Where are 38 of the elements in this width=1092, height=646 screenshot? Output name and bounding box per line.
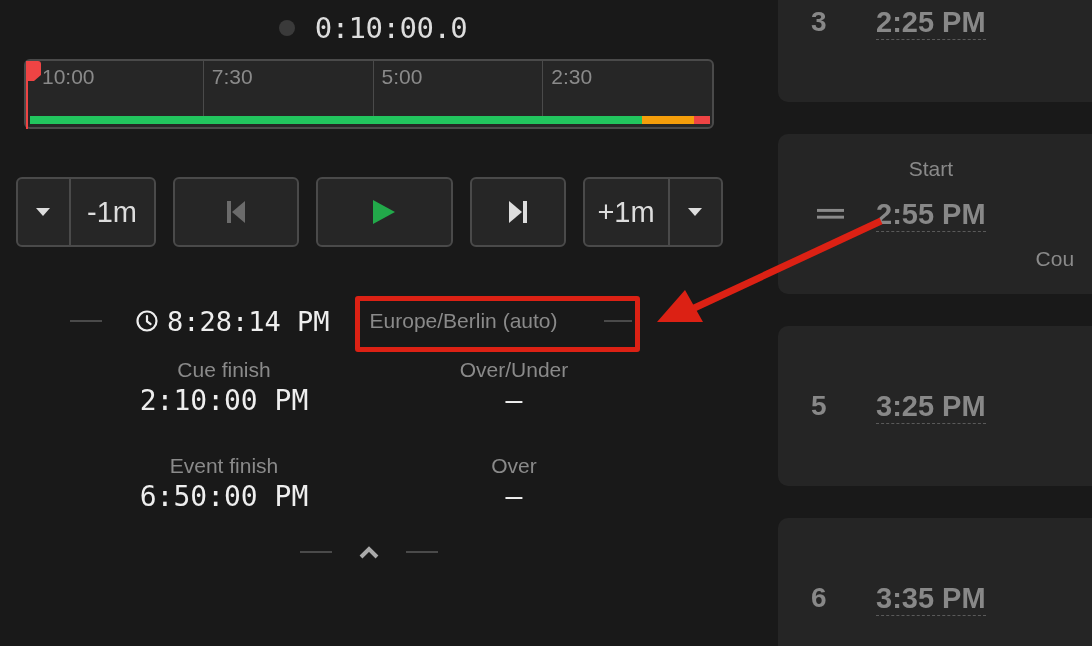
timezone-label: Europe/Berlin (auto) [369,309,558,333]
current-time: 8:28:14 PM [167,305,330,337]
caret-icon [36,208,50,216]
stat-label: Over [491,453,537,479]
adjust-time-button[interactable]: -1m [69,177,156,247]
cue-number: 3 [810,6,827,38]
cue-number: 5 [810,390,827,422]
skip-back-icon [226,201,245,223]
countdown-timer: 0:10:00.0 [314,10,468,45]
stat-label: Cue finish [177,357,271,383]
cue-card[interactable]: 5 3:25 PM [778,326,1092,486]
stat-label: Event finish [169,453,279,479]
stat-label: Over/Under [459,357,569,383]
caret-icon [688,208,702,216]
start-time-field[interactable]: 2:55 PM [876,196,986,232]
stat-value: 6:50:00 PM [139,479,309,515]
start-time-field[interactable]: 2:25 PM [876,4,986,40]
stat-value: 2:10:00 PM [139,383,309,419]
timeline-tick: 10:00 [42,64,96,90]
next-button[interactable] [469,177,566,247]
stat-value: – [505,479,523,515]
cue-card[interactable]: 3 2:25 PM [778,0,1092,102]
drag-handle-icon[interactable] [817,208,844,220]
field-label: Start [908,157,953,181]
playhead-flag-icon[interactable] [26,61,42,129]
adjust-time-button[interactable]: +1m [582,177,669,247]
start-time-field[interactable]: 3:25 PM [876,388,986,424]
chevron-up-icon[interactable] [358,545,380,559]
cue-card[interactable]: 6 3:35 PM [778,518,1092,646]
cue-card[interactable]: Start 2:55 PM Cou [778,134,1092,294]
play-icon [373,200,395,224]
start-time-field[interactable]: 3:35 PM [876,580,986,616]
play-button[interactable] [315,177,453,247]
skip-forward-icon [508,201,527,223]
field-label: Cou [1035,247,1075,271]
stat-value: – [505,383,523,419]
cue-number: 6 [810,582,827,614]
clock-icon [136,310,158,332]
